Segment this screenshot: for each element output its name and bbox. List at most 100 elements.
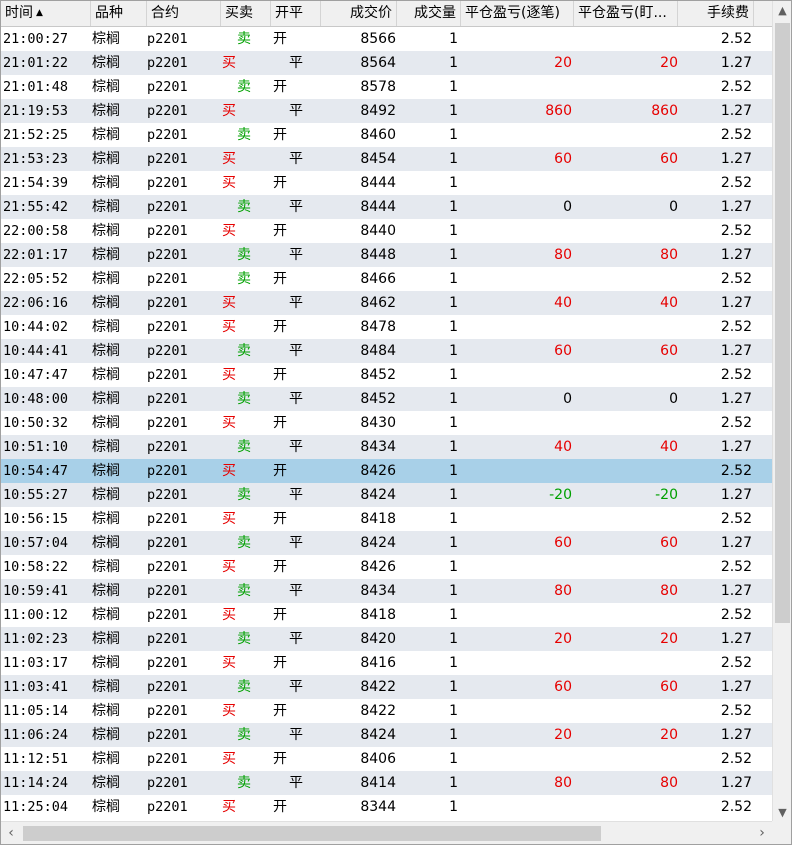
cell-openclose: 平: [289, 775, 303, 791]
cell-variety: 棕榈: [92, 343, 120, 359]
table-row[interactable]: 22:06:16 棕榈 p2201 买 平 8462 1 40 40 1.27: [1, 291, 772, 315]
vertical-scroll-thumb[interactable]: [775, 23, 790, 623]
cell-price: 8440: [360, 223, 396, 239]
scroll-down-icon[interactable]: ▼: [773, 803, 791, 823]
cell-time: 10:58:22: [3, 559, 69, 575]
cell-pnl-mark: 20: [660, 631, 678, 647]
column-header-buysell[interactable]: 买卖: [221, 1, 271, 26]
cell-time: 21:52:25: [3, 127, 69, 143]
cell-buysell: 买: [222, 103, 236, 119]
table-row[interactable]: 11:00:12 棕榈 p2201 买 开 8418 1 2.52: [1, 603, 772, 627]
cell-contract: p2201: [147, 583, 188, 599]
table-row[interactable]: 21:52:25 棕榈 p2201 卖 开 8460 1 2.52: [1, 123, 772, 147]
cell-variety: 棕榈: [92, 175, 120, 191]
cell-fee: 2.52: [720, 415, 752, 431]
column-header-contract[interactable]: 合约: [147, 1, 221, 26]
cell-buysell: 卖: [237, 247, 251, 263]
table-row[interactable]: 10:56:15 棕榈 p2201 买 开 8418 1 2.52: [1, 507, 772, 531]
table-row[interactable]: 21:01:48 棕榈 p2201 卖 开 8578 1 2.52: [1, 75, 772, 99]
column-header-pnl-mark[interactable]: 平仓盈亏(盯...: [574, 1, 678, 26]
cell-openclose: 开: [273, 127, 287, 143]
table-row[interactable]: 22:05:52 棕榈 p2201 卖 开 8466 1 2.52: [1, 267, 772, 291]
cell-qty: 1: [449, 799, 458, 815]
column-header-openclose[interactable]: 开平: [271, 1, 321, 26]
column-header-price-label: 成交价: [350, 5, 392, 21]
table-row[interactable]: 11:05:14 棕榈 p2201 买 开 8422 1 2.52: [1, 699, 772, 723]
table-row[interactable]: 22:01:17 棕榈 p2201 卖 平 8448 1 80 80 1.27: [1, 243, 772, 267]
cell-variety: 棕榈: [92, 31, 120, 47]
table-row[interactable]: 10:58:22 棕榈 p2201 买 开 8426 1 2.52: [1, 555, 772, 579]
cell-qty: 1: [449, 679, 458, 695]
table-row[interactable]: 21:01:22 棕榈 p2201 买 平 8564 1 20 20 1.27: [1, 51, 772, 75]
table-row[interactable]: 11:06:24 棕榈 p2201 卖 平 8424 1 20 20 1.27: [1, 723, 772, 747]
table-row[interactable]: 10:57:04 棕榈 p2201 卖 平 8424 1 60 60 1.27: [1, 531, 772, 555]
scroll-right-icon[interactable]: ›: [752, 822, 772, 844]
cell-qty: 1: [449, 703, 458, 719]
cell-buysell: 卖: [237, 391, 251, 407]
cell-fee: 1.27: [720, 103, 752, 119]
column-header-time[interactable]: 时间 ▲: [1, 1, 91, 26]
cell-time: 21:55:42: [3, 199, 69, 215]
scroll-left-icon[interactable]: ‹: [1, 822, 21, 844]
horizontal-scroll-thumb[interactable]: [23, 826, 601, 841]
cell-fee: 2.52: [720, 367, 752, 383]
table-row[interactable]: 11:03:41 棕榈 p2201 卖 平 8422 1 60 60 1.27: [1, 675, 772, 699]
table-row[interactable]: 11:03:17 棕榈 p2201 买 开 8416 1 2.52: [1, 651, 772, 675]
cell-pnl-mark: [575, 267, 678, 291]
column-header-variety[interactable]: 品种: [91, 1, 147, 26]
table-row[interactable]: 11:25:04 棕榈 p2201 买 开 8344 1 2.52: [1, 795, 772, 819]
cell-openclose: 平: [289, 583, 303, 599]
cell-pnl-mark: 80: [660, 775, 678, 791]
cell-variety: 棕榈: [92, 151, 120, 167]
column-header-qty-label: 成交量: [414, 5, 456, 21]
column-header-pnl-mark-label: 平仓盈亏(盯...: [578, 5, 667, 21]
cell-fee: 2.52: [720, 127, 752, 143]
cell-buysell: 买: [222, 751, 236, 767]
column-header-pnl-trade[interactable]: 平仓盈亏(逐笔): [461, 1, 574, 26]
cell-price: 8418: [360, 607, 396, 623]
horizontal-scrollbar[interactable]: ‹ ›: [1, 821, 772, 844]
cell-fee: 1.27: [720, 199, 752, 215]
cell-qty: 1: [449, 55, 458, 71]
cell-variety: 棕榈: [92, 127, 120, 143]
cell-pnl-trade: [461, 171, 572, 195]
table-row[interactable]: 10:44:02 棕榈 p2201 买 开 8478 1 2.52: [1, 315, 772, 339]
table-row[interactable]: 22:00:58 棕榈 p2201 买 开 8440 1 2.52: [1, 219, 772, 243]
column-header-fee[interactable]: 手续费: [678, 1, 754, 26]
table-row[interactable]: 10:47:47 棕榈 p2201 买 开 8452 1 2.52: [1, 363, 772, 387]
table-row[interactable]: 10:50:32 棕榈 p2201 买 开 8430 1 2.52: [1, 411, 772, 435]
cell-pnl-trade: 40: [554, 439, 572, 455]
table-row[interactable]: 10:54:47 棕榈 p2201 买 开 8426 1 2.52: [1, 459, 772, 483]
scroll-up-icon[interactable]: ▲: [773, 1, 791, 21]
cell-contract: p2201: [147, 703, 188, 719]
cell-buysell: 卖: [237, 439, 251, 455]
table-row[interactable]: 21:54:39 棕榈 p2201 买 开 8444 1 2.52: [1, 171, 772, 195]
cell-qty: 1: [449, 199, 458, 215]
table-row[interactable]: 10:55:27 棕榈 p2201 卖 平 8424 1 -20 -20 1.27: [1, 483, 772, 507]
cell-qty: 1: [449, 655, 458, 671]
table-row[interactable]: 10:48:00 棕榈 p2201 卖 平 8452 1 0 0 1.27: [1, 387, 772, 411]
column-header-price[interactable]: 成交价: [321, 1, 397, 26]
cell-fee: 1.27: [720, 295, 752, 311]
table-row[interactable]: 21:53:23 棕榈 p2201 买 平 8454 1 60 60 1.27: [1, 147, 772, 171]
table-row[interactable]: 21:19:53 棕榈 p2201 买 平 8492 1 860 860 1.27: [1, 99, 772, 123]
table-row[interactable]: 21:55:42 棕榈 p2201 卖 平 8444 1 0 0 1.27: [1, 195, 772, 219]
table-row[interactable]: 11:14:24 棕榈 p2201 卖 平 8414 1 80 80 1.27: [1, 771, 772, 795]
table-row[interactable]: 21:00:27 棕榈 p2201 卖 开 8566 1 2.52: [1, 27, 772, 51]
table-row[interactable]: 10:51:10 棕榈 p2201 卖 平 8434 1 40 40 1.27: [1, 435, 772, 459]
cell-price: 8434: [360, 583, 396, 599]
table-row[interactable]: 10:59:41 棕榈 p2201 卖 平 8434 1 80 80 1.27: [1, 579, 772, 603]
column-header-qty[interactable]: 成交量: [397, 1, 461, 26]
cell-pnl-mark: 20: [660, 55, 678, 71]
cell-pnl-trade: 0: [563, 391, 572, 407]
cell-time: 10:47:47: [3, 367, 69, 383]
cell-variety: 棕榈: [92, 751, 120, 767]
table-row[interactable]: 11:12:51 棕榈 p2201 买 开 8406 1 2.52: [1, 747, 772, 771]
cell-buysell: 买: [222, 463, 236, 479]
cell-pnl-trade: [461, 459, 572, 483]
cell-fee: 1.27: [720, 247, 752, 263]
cell-pnl-mark: 60: [660, 343, 678, 359]
vertical-scrollbar[interactable]: ▲ ▼: [772, 1, 791, 823]
table-row[interactable]: 10:44:41 棕榈 p2201 卖 平 8484 1 60 60 1.27: [1, 339, 772, 363]
table-row[interactable]: 11:02:23 棕榈 p2201 卖 平 8420 1 20 20 1.27: [1, 627, 772, 651]
